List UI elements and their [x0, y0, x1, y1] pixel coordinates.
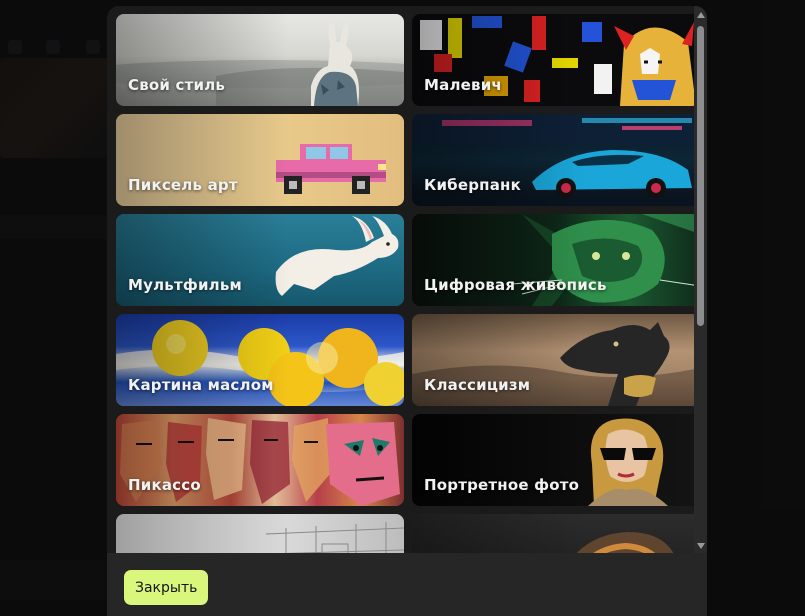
- style-picker-modal: Свой стиль Малевич Пиксель арт Киберпанк…: [107, 6, 707, 616]
- style-card-label: Пикассо: [128, 476, 201, 494]
- style-card-picasso[interactable]: Пикассо: [116, 414, 404, 506]
- style-card-label: Картина маслом: [128, 376, 274, 394]
- style-card-classic[interactable]: Классицизм: [412, 314, 695, 406]
- style-card-pixel[interactable]: Пиксель арт: [116, 114, 404, 206]
- scrollbar[interactable]: [694, 6, 707, 553]
- style-card-malevich[interactable]: Малевич: [412, 14, 695, 106]
- style-card-label: Цифровая живопись: [424, 276, 607, 294]
- style-grid-viewport[interactable]: Свой стиль Малевич Пиксель арт Киберпанк…: [107, 6, 695, 553]
- style-card-cartoon[interactable]: Мультфильм: [116, 214, 404, 306]
- style-card-shade: [116, 514, 404, 553]
- style-card-label: Киберпанк: [424, 176, 521, 194]
- close-button[interactable]: Закрыть: [124, 570, 209, 605]
- style-card-label: Портретное фото: [424, 476, 580, 494]
- scroll-down-arrow-icon[interactable]: [697, 543, 705, 549]
- style-card-own[interactable]: Свой стиль: [116, 14, 404, 106]
- style-card-label: Свой стиль: [128, 76, 226, 94]
- style-card-cyber[interactable]: Киберпанк: [412, 114, 695, 206]
- style-card-portrait[interactable]: Портретное фото: [412, 414, 695, 506]
- style-card-label: Малевич: [424, 76, 502, 94]
- style-card-shade: [412, 514, 695, 553]
- style-card-oil[interactable]: Картина маслом: [116, 314, 404, 406]
- scrollbar-thumb[interactable]: [697, 26, 704, 326]
- style-card-dark[interactable]: [412, 514, 695, 553]
- style-card-sketch[interactable]: [116, 514, 404, 553]
- style-card-label: Классицизм: [424, 376, 531, 394]
- style-card-digital[interactable]: Цифровая живопись: [412, 214, 695, 306]
- scroll-up-arrow-icon[interactable]: [697, 12, 705, 18]
- style-card-label: Пиксель арт: [128, 176, 238, 194]
- style-card-label: Мультфильм: [128, 276, 242, 294]
- modal-footer: Закрыть: [107, 553, 707, 616]
